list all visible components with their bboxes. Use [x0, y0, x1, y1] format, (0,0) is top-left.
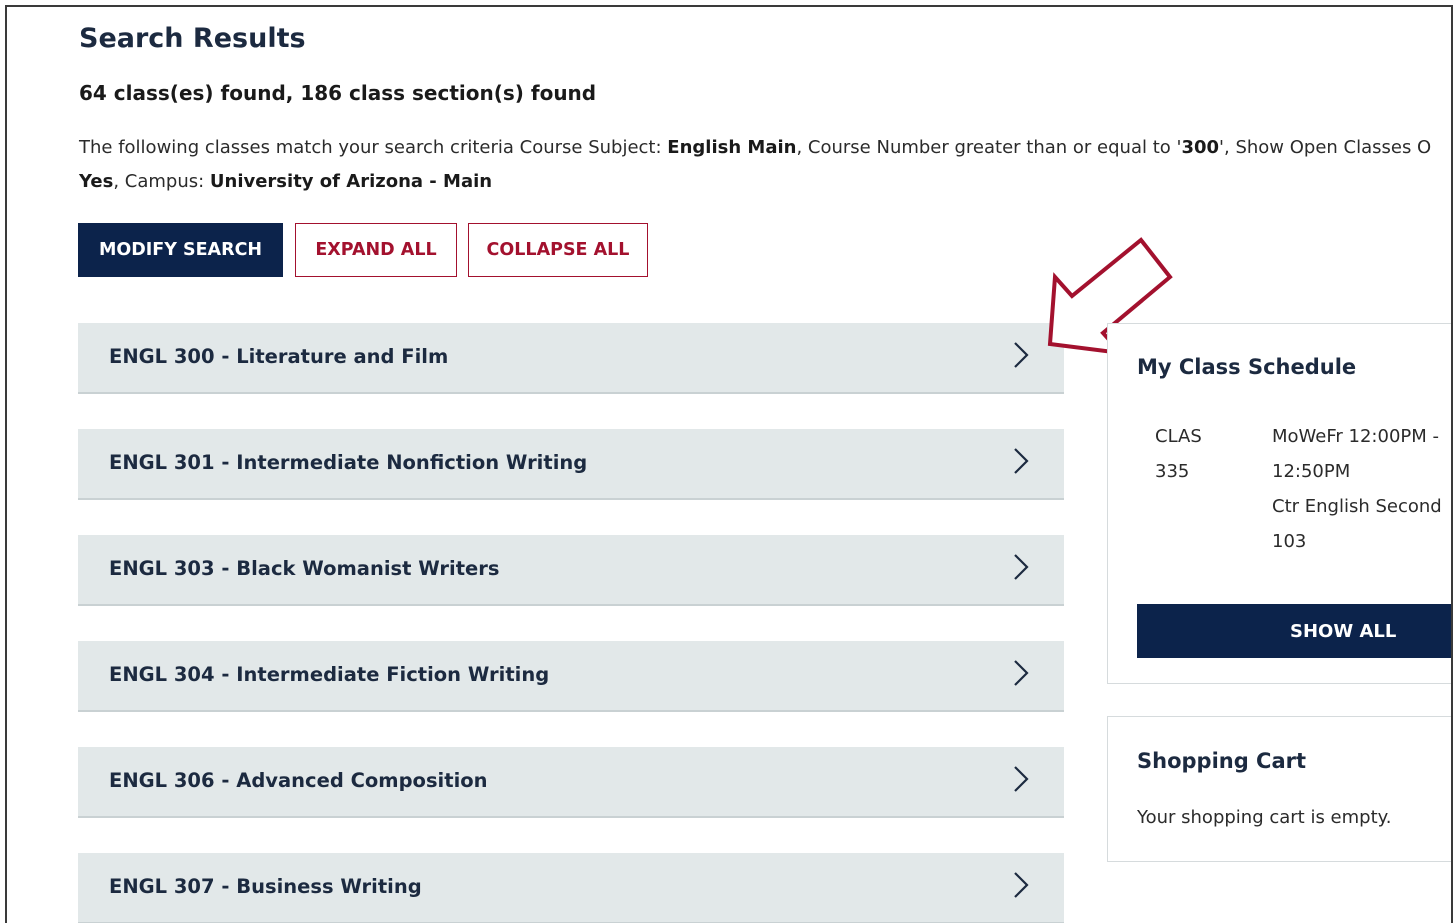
chevron-right-icon[interactable]	[1012, 552, 1030, 582]
criteria-open-label: ', Show Open Classes O	[1219, 137, 1432, 158]
criteria-campus-value: University of Arizona - Main	[209, 171, 493, 192]
schedule-location: Ctr English Second	[1272, 496, 1442, 517]
criteria-number-label: , Course Number greater than or equal to…	[796, 137, 1182, 158]
schedule-room: 103	[1272, 531, 1307, 552]
course-row-engl-301[interactable]: ENGL 301 - Intermediate Nonfiction Writi…	[78, 429, 1064, 500]
criteria-open-value: Yes	[79, 171, 114, 192]
schedule-code-subject: CLAS	[1155, 426, 1202, 447]
collapse-all-button[interactable]: COLLAPSE ALL	[468, 223, 648, 277]
course-row-engl-307[interactable]: ENGL 307 - Business Writing	[78, 853, 1064, 923]
criteria-number-value: 300	[1181, 137, 1220, 158]
schedule-code-number: 335	[1155, 461, 1190, 482]
course-title: ENGL 304 - Intermediate Fiction Writing	[109, 663, 550, 686]
course-list: ENGL 300 - Literature and Film ENGL 301 …	[78, 323, 1064, 923]
page-frame: Search Results 64 class(es) found, 186 c…	[5, 5, 1453, 923]
schedule-end-time: 12:50PM	[1272, 461, 1351, 482]
schedule-course-detail: MoWeFr 12:00PM - 12:50PM Ctr English Sec…	[1272, 419, 1442, 559]
shopping-cart-panel: Shopping Cart Your shopping cart is empt…	[1107, 716, 1451, 862]
expand-all-button[interactable]: EXPAND ALL	[295, 223, 457, 277]
course-row-engl-300[interactable]: ENGL 300 - Literature and Film	[78, 323, 1064, 394]
chevron-right-icon[interactable]	[1012, 340, 1030, 370]
page-title: Search Results	[79, 23, 306, 54]
schedule-title: My Class Schedule	[1137, 355, 1357, 379]
course-title: ENGL 307 - Business Writing	[109, 875, 422, 898]
chevron-right-icon[interactable]	[1012, 764, 1030, 794]
cart-title: Shopping Cart	[1137, 749, 1307, 773]
chevron-right-icon[interactable]	[1012, 658, 1030, 688]
course-title: ENGL 306 - Advanced Composition	[109, 769, 488, 792]
search-criteria: The following classes match your search …	[79, 131, 1451, 199]
criteria-subject-value: English Main	[667, 137, 797, 158]
cart-empty-message: Your shopping cart is empty.	[1137, 807, 1392, 828]
criteria-intro: The following classes match your search …	[79, 137, 668, 158]
course-title: ENGL 303 - Black Womanist Writers	[109, 557, 500, 580]
schedule-days-time: MoWeFr 12:00PM -	[1272, 426, 1440, 447]
course-row-engl-303[interactable]: ENGL 303 - Black Womanist Writers	[78, 535, 1064, 606]
course-row-engl-304[interactable]: ENGL 304 - Intermediate Fiction Writing	[78, 641, 1064, 712]
class-schedule-panel: My Class Schedule CLAS 335 MoWeFr 12:00P…	[1107, 323, 1451, 684]
results-count: 64 class(es) found, 186 class section(s)…	[79, 81, 597, 105]
criteria-campus-label: , Campus:	[113, 171, 210, 192]
chevron-right-icon[interactable]	[1012, 870, 1030, 900]
course-row-engl-306[interactable]: ENGL 306 - Advanced Composition	[78, 747, 1064, 818]
course-title: ENGL 301 - Intermediate Nonfiction Writi…	[109, 451, 588, 474]
chevron-right-icon[interactable]	[1012, 446, 1030, 476]
schedule-course-code: CLAS 335	[1155, 419, 1225, 489]
show-all-button[interactable]: SHOW ALL	[1137, 604, 1451, 658]
modify-search-button[interactable]: MODIFY SEARCH	[78, 223, 283, 277]
course-title: ENGL 300 - Literature and Film	[109, 345, 449, 368]
